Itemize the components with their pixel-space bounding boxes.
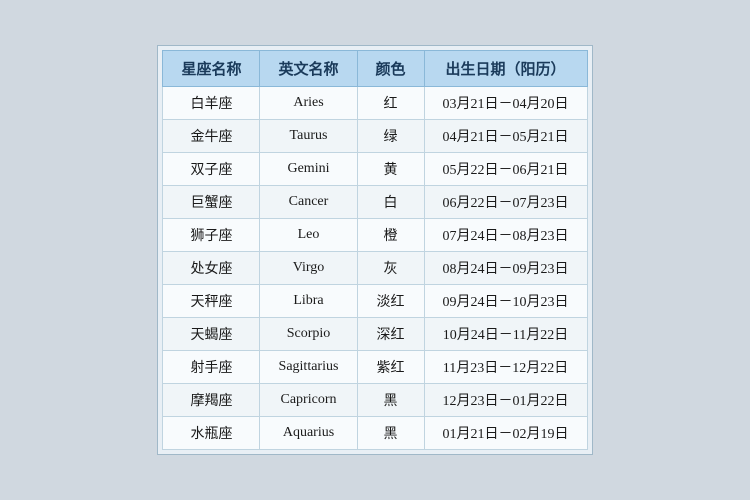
cell-color: 白 <box>357 186 424 219</box>
header-color: 颜色 <box>357 51 424 87</box>
cell-color: 灰 <box>357 252 424 285</box>
cell-dates: 04月21日－05月21日 <box>424 120 587 153</box>
cell-english: Virgo <box>260 252 357 285</box>
cell-dates: 03月21日－04月20日 <box>424 87 587 120</box>
cell-dates: 05月22日－06月21日 <box>424 153 587 186</box>
cell-color: 红 <box>357 87 424 120</box>
table-row: 白羊座Aries红03月21日－04月20日 <box>163 87 587 120</box>
header-english-name: 英文名称 <box>260 51 357 87</box>
cell-english: Libra <box>260 285 357 318</box>
cell-dates: 06月22日－07月23日 <box>424 186 587 219</box>
table-row: 巨蟹座Cancer白06月22日－07月23日 <box>163 186 587 219</box>
cell-english: Aquarius <box>260 417 357 450</box>
cell-chinese: 巨蟹座 <box>163 186 260 219</box>
cell-english: Capricorn <box>260 384 357 417</box>
table-row: 双子座Gemini黄05月22日－06月21日 <box>163 153 587 186</box>
cell-chinese: 金牛座 <box>163 120 260 153</box>
cell-color: 绿 <box>357 120 424 153</box>
cell-chinese: 天蝎座 <box>163 318 260 351</box>
table-row: 天蝎座Scorpio深红10月24日－11月22日 <box>163 318 587 351</box>
cell-chinese: 摩羯座 <box>163 384 260 417</box>
cell-chinese: 白羊座 <box>163 87 260 120</box>
cell-dates: 12月23日－01月22日 <box>424 384 587 417</box>
cell-english: Sagittarius <box>260 351 357 384</box>
cell-dates: 11月23日－12月22日 <box>424 351 587 384</box>
cell-color: 黑 <box>357 417 424 450</box>
table-row: 金牛座Taurus绿04月21日－05月21日 <box>163 120 587 153</box>
header-chinese-name: 星座名称 <box>163 51 260 87</box>
cell-dates: 09月24日－10月23日 <box>424 285 587 318</box>
cell-english: Taurus <box>260 120 357 153</box>
cell-color: 深红 <box>357 318 424 351</box>
cell-english: Leo <box>260 219 357 252</box>
cell-chinese: 水瓶座 <box>163 417 260 450</box>
table-row: 天秤座Libra淡红09月24日－10月23日 <box>163 285 587 318</box>
cell-english: Aries <box>260 87 357 120</box>
table-row: 水瓶座Aquarius黑01月21日－02月19日 <box>163 417 587 450</box>
cell-color: 淡红 <box>357 285 424 318</box>
cell-chinese: 狮子座 <box>163 219 260 252</box>
cell-chinese: 天秤座 <box>163 285 260 318</box>
cell-english: Cancer <box>260 186 357 219</box>
table-row: 狮子座Leo橙07月24日－08月23日 <box>163 219 587 252</box>
table-header-row: 星座名称 英文名称 颜色 出生日期（阳历） <box>163 51 587 87</box>
cell-color: 黄 <box>357 153 424 186</box>
cell-dates: 01月21日－02月19日 <box>424 417 587 450</box>
table-row: 摩羯座Capricorn黑12月23日－01月22日 <box>163 384 587 417</box>
cell-color: 黑 <box>357 384 424 417</box>
table-row: 射手座Sagittarius紫红11月23日－12月22日 <box>163 351 587 384</box>
cell-dates: 10月24日－11月22日 <box>424 318 587 351</box>
cell-chinese: 射手座 <box>163 351 260 384</box>
zodiac-table: 星座名称 英文名称 颜色 出生日期（阳历） 白羊座Aries红03月21日－04… <box>162 50 587 450</box>
zodiac-table-wrapper: 星座名称 英文名称 颜色 出生日期（阳历） 白羊座Aries红03月21日－04… <box>157 45 592 455</box>
cell-dates: 07月24日－08月23日 <box>424 219 587 252</box>
cell-color: 橙 <box>357 219 424 252</box>
cell-english: Gemini <box>260 153 357 186</box>
cell-english: Scorpio <box>260 318 357 351</box>
cell-color: 紫红 <box>357 351 424 384</box>
header-dates: 出生日期（阳历） <box>424 51 587 87</box>
cell-chinese: 处女座 <box>163 252 260 285</box>
table-row: 处女座Virgo灰08月24日－09月23日 <box>163 252 587 285</box>
cell-chinese: 双子座 <box>163 153 260 186</box>
cell-dates: 08月24日－09月23日 <box>424 252 587 285</box>
